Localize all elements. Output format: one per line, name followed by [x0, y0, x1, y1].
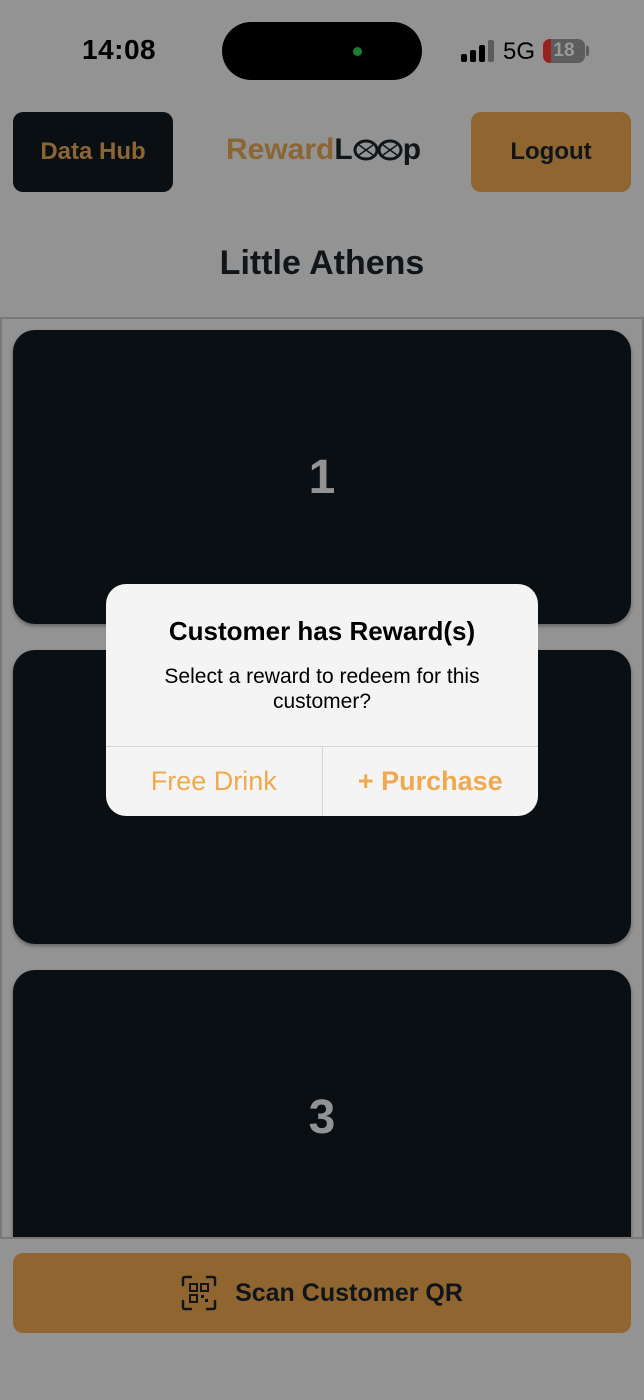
- purchase-button[interactable]: + Purchase: [321, 747, 539, 816]
- alert-message: Select a reward to redeem for this custo…: [164, 665, 480, 713]
- reward-alert-dialog: Customer has Reward(s) Select a reward t…: [106, 584, 538, 816]
- alert-actions: Free Drink + Purchase: [106, 746, 538, 816]
- free-drink-button[interactable]: Free Drink: [106, 747, 322, 816]
- alert-title: Customer has Reward(s): [168, 616, 476, 646]
